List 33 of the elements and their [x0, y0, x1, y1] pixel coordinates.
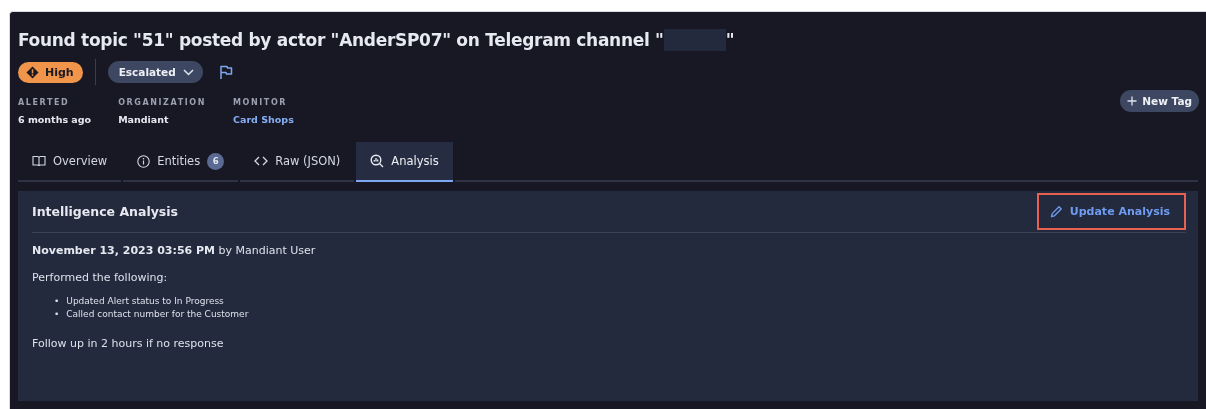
info-icon	[137, 154, 151, 168]
pencil-icon	[1049, 205, 1063, 218]
field-label: MONITOR	[233, 98, 289, 107]
tab[interactable]: Overview	[18, 142, 122, 182]
title-quote: "	[725, 30, 735, 50]
list-item: Updated Alert status to In Progress	[66, 295, 224, 308]
tab[interactable]: Analysis	[356, 142, 453, 182]
monitor-link[interactable]: Card Shops	[233, 114, 294, 125]
field-value: 6 months ago	[18, 114, 92, 125]
update-analysis-button[interactable]: Update Analysis	[1036, 193, 1186, 230]
analysis-timestamp: November 13, 2023 03:56 PM by Mandiant User	[32, 244, 317, 257]
book-icon	[32, 155, 46, 167]
analysis-text: Performed the following:	[32, 271, 169, 284]
field-value: Mandiant	[118, 114, 170, 125]
tab[interactable]: Raw (JSON)	[240, 142, 355, 182]
panel-title: Intelligence Analysis	[32, 204, 179, 219]
field-label: ALERTED	[18, 98, 71, 107]
status-dropdown[interactable]: Escalated	[107, 61, 203, 83]
bullet: •	[54, 308, 60, 321]
plus-icon	[1127, 96, 1138, 106]
tab[interactable]: Entities 6	[123, 142, 239, 182]
list-item: Called contact number for the Customer	[66, 308, 249, 321]
bullet: •	[54, 295, 60, 308]
new-tag-button[interactable]: New Tag	[1120, 90, 1199, 112]
analysis-text: Follow up in 2 hours if no response	[32, 337, 225, 350]
chevron-down-icon	[182, 68, 194, 76]
severity-badge: High	[18, 61, 83, 83]
field-label: ORGANIZATION	[118, 98, 207, 107]
code-icon	[254, 156, 269, 166]
warning-icon	[26, 65, 39, 79]
magnifier-chart-icon	[370, 154, 385, 168]
page-title: Found topic "51" posted by actor "AnderSP07" on Telegram channel "	[18, 30, 664, 50]
count-badge: 6	[207, 152, 225, 170]
